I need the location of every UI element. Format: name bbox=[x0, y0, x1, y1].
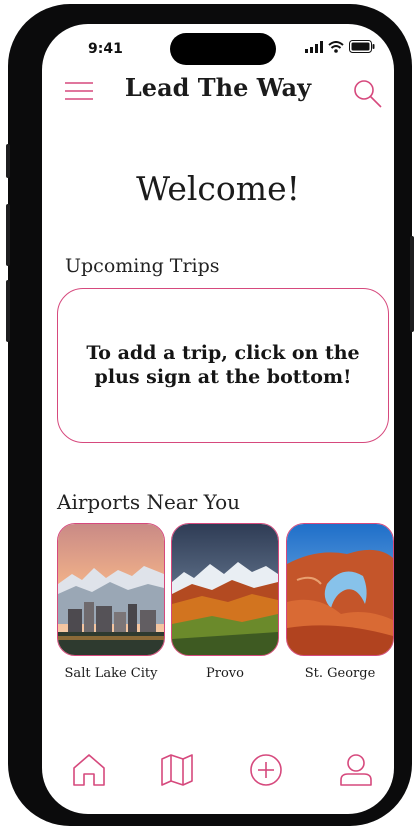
airport-name: St. George bbox=[304, 666, 376, 681]
wifi-icon bbox=[328, 40, 344, 53]
phone-frame: 9:41 Lead The Way Welcome! Upcoming Trip… bbox=[6, 4, 414, 826]
power-button bbox=[410, 236, 414, 332]
airport-name: Provo bbox=[206, 666, 244, 681]
airport-image-provo[interactable] bbox=[171, 523, 279, 656]
search-icon[interactable] bbox=[352, 78, 384, 110]
app-title: Lead The Way bbox=[124, 73, 312, 102]
status-icons bbox=[305, 40, 375, 53]
airport-card-provo[interactable]: Provo bbox=[171, 523, 279, 681]
airport-card-salt-lake-city[interactable]: Salt Lake City bbox=[57, 523, 165, 681]
battery-icon bbox=[349, 40, 375, 53]
plus-circle-icon[interactable] bbox=[248, 752, 284, 788]
signal-icon bbox=[305, 40, 323, 53]
empty-trips-message: To add a trip, click on the plus sign at… bbox=[86, 341, 360, 388]
upcoming-trips-title: Upcoming Trips bbox=[65, 255, 220, 277]
airport-name: Salt Lake City bbox=[64, 666, 158, 681]
profile-icon[interactable] bbox=[338, 752, 374, 788]
airports-title: Airports Near You bbox=[57, 490, 241, 514]
home-icon[interactable] bbox=[71, 752, 107, 788]
volume-up-button bbox=[6, 204, 10, 266]
map-icon[interactable] bbox=[159, 752, 195, 788]
airport-card-st-george[interactable]: St. George bbox=[286, 523, 394, 681]
welcome-heading: Welcome! bbox=[136, 169, 300, 208]
airport-image-salt-lake-city[interactable] bbox=[57, 523, 165, 656]
airport-image-st-george[interactable] bbox=[286, 523, 394, 656]
status-time: 9:41 bbox=[88, 41, 123, 57]
volume-down-button bbox=[6, 280, 10, 342]
action-button bbox=[6, 144, 10, 178]
dynamic-island bbox=[170, 33, 276, 65]
upcoming-trips-card: To add a trip, click on the plus sign at… bbox=[57, 288, 389, 443]
app-screen: 9:41 Lead The Way Welcome! Upcoming Trip… bbox=[42, 24, 394, 814]
